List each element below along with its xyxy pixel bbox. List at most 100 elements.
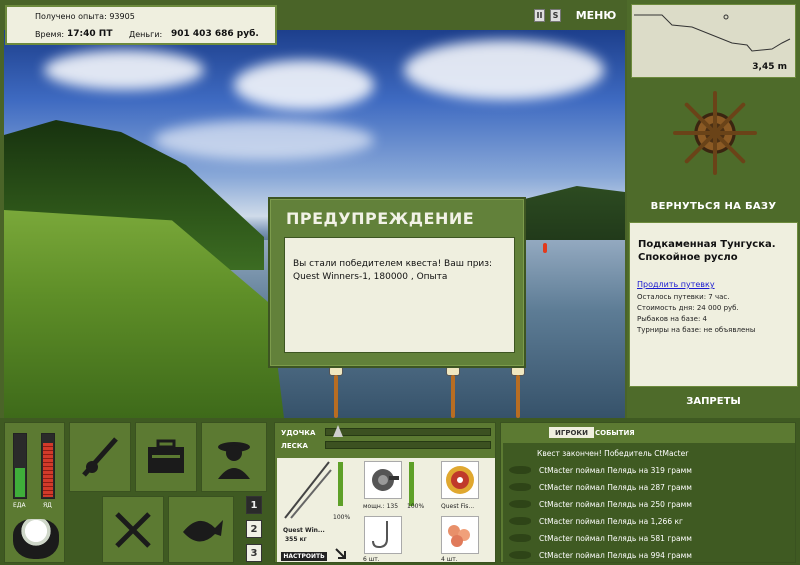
needs-panel: ЕДА ЯД <box>4 422 65 563</box>
setup-button[interactable]: НАСТРОИТЬ <box>281 552 327 561</box>
time-value: 17:40 ПТ <box>67 29 113 39</box>
day-cost: Стоимость дня: 24 000 руб. <box>637 304 739 312</box>
money-label: Деньги: <box>129 30 163 39</box>
list-item: CtMacter поймал Пелядь на 994 грамм <box>503 547 795 563</box>
line-tension-label: ЛЕСКА <box>281 442 308 450</box>
rod-slot-1[interactable]: 1 <box>246 496 262 514</box>
event-text: CtMacter поймал Пелядь на 250 грамм <box>539 499 692 509</box>
catch-tool[interactable] <box>168 496 234 563</box>
angler-profile-tool[interactable] <box>201 422 267 492</box>
menu-button[interactable]: МЕНЮ <box>575 9 617 22</box>
hook-count: 6 шт. <box>363 556 380 563</box>
list-item: CtMacter поймал Пелядь на 250 грамм <box>503 496 795 512</box>
event-text: CtMacter поймал Пелядь на 581 грамм <box>539 533 692 543</box>
tab-events[interactable]: СОБЫТИЯ <box>595 427 635 438</box>
rod-weight: 355 кг <box>285 536 307 543</box>
game-screen: Получено опыта: 93905 Время: 17:40 ПТ Де… <box>0 0 800 565</box>
list-item: CtMacter поймал Пелядь на 319 грамм <box>503 462 795 478</box>
reel-power: мощн.: 135 <box>363 503 399 510</box>
tournaments-status: Турниры на базе: не объявлены <box>637 326 756 334</box>
location-title: Подкаменная Тунгуска. Спокойное русло <box>638 239 776 263</box>
line-spool-icon <box>446 466 474 494</box>
sound-button[interactable]: S <box>550 9 561 22</box>
food-tool[interactable] <box>102 496 164 563</box>
rod-tension-label: УДОЧКА <box>281 429 316 437</box>
cloud <box>234 60 374 110</box>
fishing-rod-tool[interactable] <box>69 422 131 492</box>
pause-button[interactable]: II <box>534 9 545 22</box>
fish-icon <box>509 534 531 542</box>
hook-icon <box>372 521 388 549</box>
tackle-box-icon <box>148 439 184 473</box>
right-sidebar: 3,45 m ВЕРНУТЬСЯ НА БАЗУ Подкаменная Тун… <box>627 0 800 418</box>
float-marker <box>543 243 547 253</box>
reel-durability-bar <box>409 462 414 506</box>
location-info: Подкаменная Тунгуска. Спокойное русло Пр… <box>629 222 798 387</box>
fish-icon <box>183 519 223 542</box>
event-text: CtMacter поймал Пелядь на 287 грамм <box>539 482 692 492</box>
anglers-count: Рыбаков на базе: 4 <box>637 315 707 323</box>
list-item: CtMacter поймал Пелядь на 287 грамм <box>503 479 795 495</box>
ship-wheel-icon[interactable] <box>673 91 757 175</box>
extend-permit-link[interactable]: Продлить путевку <box>637 280 715 289</box>
hook-card[interactable] <box>364 516 402 554</box>
line-tension-bar <box>325 441 491 449</box>
depth-value: 3,45 m <box>752 62 787 72</box>
event-text: CtMacter поймал Пелядь на 319 грамм <box>539 465 692 475</box>
rod-durability: 100% <box>333 514 351 521</box>
rod-tension-bar <box>325 428 491 436</box>
poison-label: ЯД <box>43 502 52 509</box>
bottom-panel: ЕДА ЯД 1 2 3 УДОЧКА ЛЕСКА 100% Quest Win… <box>0 418 800 565</box>
time-label: Время: <box>35 30 65 39</box>
fishing-rod-icon <box>82 437 118 477</box>
fish-icon <box>509 500 531 508</box>
warning-dialog[interactable]: ПРЕДУПРЕЖДЕНИЕ Вы стали победителем квес… <box>268 197 526 368</box>
cloud <box>44 50 204 90</box>
bait-count: 4 шт. <box>441 556 458 563</box>
rod-stand[interactable] <box>334 375 338 418</box>
reel-card[interactable] <box>364 461 402 499</box>
event-text: CtMacter поймал Пелядь на 1,266 кг <box>539 516 683 526</box>
poison-meter <box>41 433 55 499</box>
fish-icon <box>509 517 531 525</box>
line-card[interactable] <box>441 461 479 499</box>
rod-durability-bar <box>338 462 343 506</box>
fish-icon <box>509 466 531 474</box>
line-name: Quest Fis... <box>441 503 475 510</box>
cloud <box>154 120 374 160</box>
return-to-base-button[interactable]: ВЕРНУТЬСЯ НА БАЗУ <box>627 201 800 212</box>
player-stats: Получено опыта: 93905 Время: 17:40 ПТ Де… <box>5 5 277 45</box>
dialog-message: Вы стали победителем квеста! Ваш приз: Q… <box>284 237 515 353</box>
cauldron-icon[interactable] <box>13 519 59 559</box>
experience-value: 93905 <box>109 12 135 21</box>
arrow-down-right-icon[interactable] <box>335 548 347 560</box>
gear-panel: УДОЧКА ЛЕСКА 100% Quest Win... 355 кг НА… <box>274 422 496 563</box>
events-panel: ИГРОКИ СОБЫТИЯ Квест закончен! Победител… <box>500 422 796 563</box>
tab-players[interactable]: ИГРОКИ <box>549 427 594 438</box>
list-item: CtMacter поймал Пелядь на 581 грамм <box>503 530 795 546</box>
rod-slot-3[interactable]: 3 <box>246 544 262 562</box>
event-text: Квест закончен! Победитель CtMacter <box>537 448 689 458</box>
rod-stand[interactable] <box>451 375 455 418</box>
rod-name: Quest Win... <box>283 527 325 534</box>
angler-icon <box>218 442 250 479</box>
equipment-cards: 100% Quest Win... 355 кг НАСТРОИТЬ мощн.… <box>277 458 495 563</box>
money-value: 901 403 686 руб. <box>171 29 259 39</box>
bans-button[interactable]: ЗАПРЕТЫ <box>627 396 800 407</box>
tackle-box-tool[interactable] <box>135 422 197 492</box>
food-meter <box>13 433 27 499</box>
shrimp-bait-icon <box>448 525 470 547</box>
permit-time-left: Осталось путевки: 7 час. <box>637 293 730 301</box>
knife-fork-icon <box>115 511 151 548</box>
reel-icon <box>372 469 399 491</box>
bait-card[interactable] <box>441 516 479 554</box>
experience-label: Получено опыта: <box>35 12 107 21</box>
rod-stand[interactable] <box>516 375 520 418</box>
tension-pointer-icon <box>333 425 343 437</box>
list-item: Квест закончен! Победитель CtMacter <box>503 445 795 461</box>
rod-picture-icon[interactable] <box>281 460 333 522</box>
food-label: ЕДА <box>13 502 26 509</box>
fish-icon <box>509 483 531 491</box>
depth-map: 3,45 m <box>631 4 796 78</box>
rod-slot-2[interactable]: 2 <box>246 520 262 538</box>
